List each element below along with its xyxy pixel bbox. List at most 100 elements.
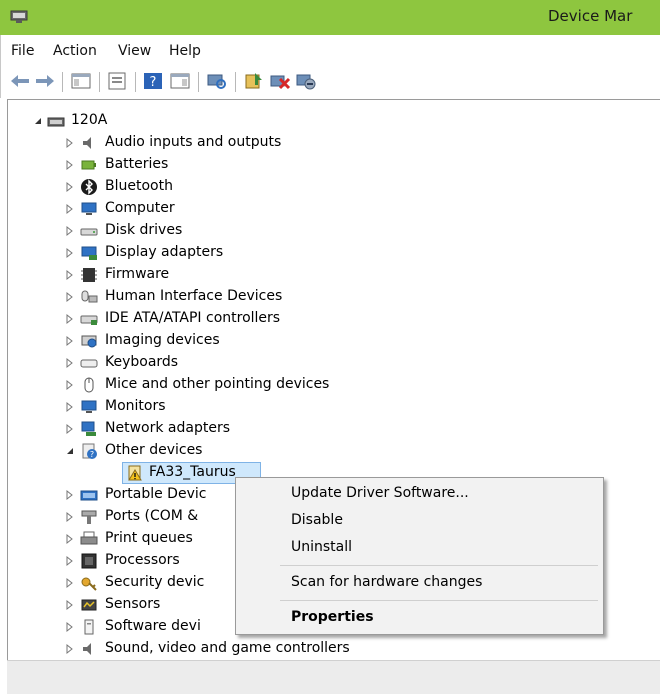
tree-item-label: Imaging devices xyxy=(105,332,220,348)
port-icon xyxy=(81,510,97,524)
window-title: Device Mar xyxy=(548,7,633,25)
menu-view[interactable]: View xyxy=(118,43,151,59)
back-arrow-icon[interactable] xyxy=(9,71,31,91)
collapsed-arrow-icon[interactable] xyxy=(65,198,75,220)
help-icon[interactable]: ? xyxy=(142,71,164,91)
tree-item-label: Monitors xyxy=(105,398,166,414)
collapsed-arrow-icon[interactable] xyxy=(65,352,75,374)
collapsed-arrow-icon[interactable] xyxy=(65,242,75,264)
menu-item-disable[interactable]: Disable xyxy=(291,512,343,528)
collapsed-arrow-icon[interactable] xyxy=(65,528,75,550)
imaging-device-icon xyxy=(81,335,97,348)
expanded-arrow-icon[interactable] xyxy=(65,440,75,462)
tree-item-label: Processors xyxy=(105,552,180,568)
tree-item-label: Firmware xyxy=(105,266,170,282)
collapsed-arrow-icon[interactable] xyxy=(65,572,75,594)
tree-item-label: Security devic xyxy=(105,574,205,590)
monitor-icon xyxy=(81,400,97,413)
menu-item-properties[interactable]: Properties xyxy=(291,609,374,625)
tree-item-label: Ports (COM & xyxy=(105,508,199,524)
menu-separator xyxy=(280,600,598,601)
collapsed-arrow-icon[interactable] xyxy=(65,506,75,528)
sound-speaker-icon xyxy=(83,643,91,655)
context-menu: Update Driver Software... Disable Uninst… xyxy=(235,477,604,635)
disk-drive-icon xyxy=(80,228,98,236)
status-bar xyxy=(7,660,660,694)
speaker-icon xyxy=(83,137,91,149)
computer-monitor-icon xyxy=(81,202,97,215)
collapsed-arrow-icon[interactable] xyxy=(65,132,75,154)
collapsed-arrow-icon[interactable] xyxy=(65,286,75,308)
keyboard-icon xyxy=(80,359,98,368)
collapsed-arrow-icon[interactable] xyxy=(65,484,75,506)
menu-item-update-driver[interactable]: Update Driver Software... xyxy=(291,485,469,501)
computer-icon xyxy=(47,117,65,127)
tree-item-label: Other devices xyxy=(105,442,203,458)
uninstall-device-icon[interactable] xyxy=(269,71,291,91)
collapsed-arrow-icon[interactable] xyxy=(65,308,75,330)
collapsed-arrow-icon[interactable] xyxy=(65,638,75,660)
tree-item-label: Software devi xyxy=(105,618,201,634)
collapsed-arrow-icon[interactable] xyxy=(65,176,75,198)
collapsed-arrow-icon[interactable] xyxy=(65,374,75,396)
tree-item-label: Network adapters xyxy=(105,420,230,436)
tree-item-label: Sensors xyxy=(105,596,161,612)
bluetooth-icon xyxy=(81,179,97,195)
tree-root-label: 120A xyxy=(71,112,108,128)
properties-icon[interactable] xyxy=(106,71,128,91)
tree-item-label: Portable Devic xyxy=(105,486,207,502)
toolbar: ? xyxy=(0,66,660,98)
sensor-icon xyxy=(81,599,97,611)
tree-item-label: Human Interface Devices xyxy=(105,288,283,304)
battery-icon xyxy=(81,160,96,170)
mouse-icon xyxy=(84,377,94,393)
title-bar: Device Mar xyxy=(0,0,660,35)
disable-device-icon[interactable] xyxy=(295,71,317,91)
toolbar-separator xyxy=(135,72,136,92)
scan-hardware-icon[interactable] xyxy=(206,71,228,91)
forward-arrow-icon[interactable] xyxy=(34,71,56,91)
tree-item-label: IDE ATA/ATAPI controllers xyxy=(105,310,281,326)
security-key-icon xyxy=(81,577,97,591)
network-adapter-icon xyxy=(81,421,96,436)
action-pane-icon[interactable] xyxy=(169,71,191,91)
tree-item-label: Bluetooth xyxy=(105,178,173,194)
menu-separator xyxy=(280,565,598,566)
svg-text:?: ? xyxy=(90,450,94,459)
menu-item-scan-hardware[interactable]: Scan for hardware changes xyxy=(291,574,482,590)
update-driver-icon[interactable] xyxy=(243,71,265,91)
menu-item-uninstall[interactable]: Uninstall xyxy=(291,539,352,555)
menu-bar: File Action View Help xyxy=(0,35,660,66)
display-adapter-icon xyxy=(81,246,97,260)
tree-item-label: Sound, video and game controllers xyxy=(105,640,350,656)
collapsed-arrow-icon[interactable] xyxy=(65,154,75,176)
software-device-icon xyxy=(84,619,94,635)
human-interface-device-icon xyxy=(81,290,98,303)
expanded-arrow-icon[interactable] xyxy=(33,110,43,132)
tree-item-label: Print queues xyxy=(105,530,193,546)
firmware-chip-icon xyxy=(81,268,97,282)
show-hide-console-tree-icon[interactable] xyxy=(70,71,92,91)
ide-controller-icon xyxy=(80,315,98,325)
menu-file[interactable]: File xyxy=(11,43,34,59)
collapsed-arrow-icon[interactable] xyxy=(65,396,75,418)
collapsed-arrow-icon[interactable] xyxy=(65,330,75,352)
processor-icon xyxy=(81,553,97,569)
toolbar-separator xyxy=(99,72,100,92)
menu-action[interactable]: Action xyxy=(53,43,97,59)
menu-help[interactable]: Help xyxy=(169,43,201,59)
collapsed-arrow-icon[interactable] xyxy=(65,264,75,286)
printer-icon xyxy=(80,531,98,545)
tree-item-label: FA33_Taurus xyxy=(149,464,236,480)
tree-item-label: Keyboards xyxy=(105,354,179,370)
collapsed-arrow-icon[interactable] xyxy=(65,594,75,616)
toolbar-separator xyxy=(62,72,63,92)
collapsed-arrow-icon[interactable] xyxy=(65,550,75,572)
collapsed-arrow-icon[interactable] xyxy=(65,220,75,242)
toolbar-separator xyxy=(198,72,199,92)
unknown-device-icon: ? xyxy=(82,443,97,459)
tree-item-label: Audio inputs and outputs xyxy=(105,134,282,150)
tree-item-label: Mice and other pointing devices xyxy=(105,376,330,392)
collapsed-arrow-icon[interactable] xyxy=(65,418,75,440)
collapsed-arrow-icon[interactable] xyxy=(65,616,75,638)
